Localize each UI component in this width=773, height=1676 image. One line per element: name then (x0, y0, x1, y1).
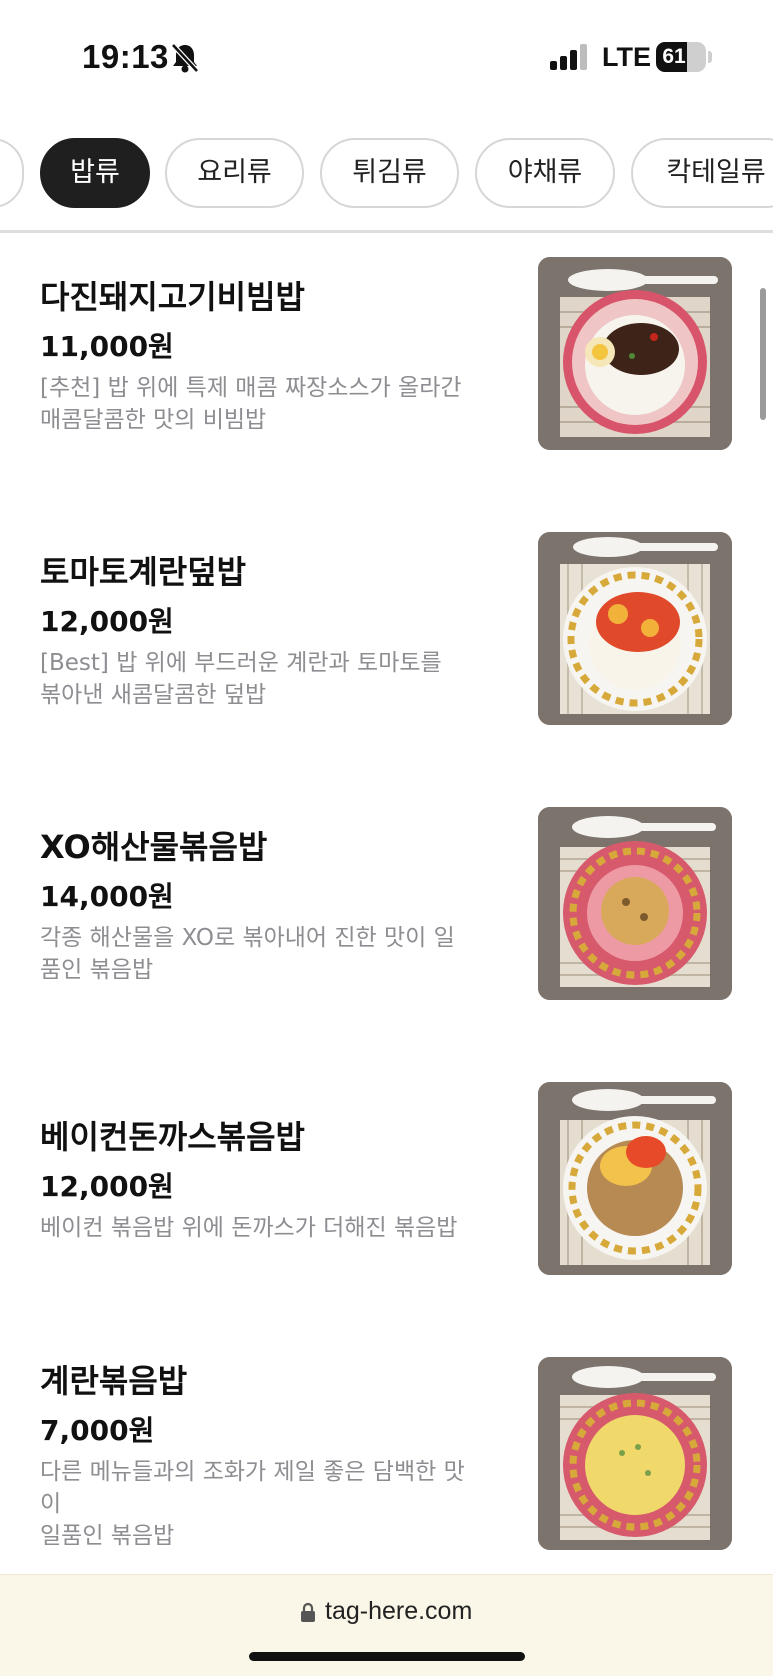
tab-rice[interactable]: 밥류 (40, 138, 150, 208)
menu-item-name: 토마토계란덮밥 (40, 553, 247, 591)
dish-photo-icon (538, 532, 732, 725)
category-tabs: 밥류 요리류 튀김류 야채류 칵테일류 (0, 138, 773, 210)
bell-slash-icon (171, 43, 199, 73)
menu-item-description: [Best] 밥 위에 부드러운 계란과 토마토를 볶아낸 새콤달콤한 덮밥 (40, 650, 442, 708)
scroll-indicator[interactable] (760, 288, 766, 420)
tab-vegetables[interactable]: 야채류 (475, 138, 615, 208)
tab-cocktails[interactable]: 칵테일류 (631, 138, 773, 208)
battery-icon: 61 (656, 42, 706, 72)
menu-item-name: 다진돼지고기비빔밥 (40, 278, 305, 316)
menu-item-description: 베이컨 볶음밥 위에 돈까스가 더해진 볶음밥 (40, 1215, 458, 1241)
battery-tip (708, 51, 712, 63)
dish-photo-icon (538, 1357, 732, 1550)
menu-item-price: 14,000원 (40, 880, 174, 913)
tab-fried[interactable]: 튀김류 (320, 138, 459, 208)
status-bar: 19:13 LTE 61 (0, 0, 773, 116)
dish-photo-icon (538, 257, 732, 450)
network-label: LTE (602, 42, 651, 72)
dish-photo-icon (538, 1082, 732, 1275)
battery-level: 61 (662, 45, 686, 68)
menu-item[interactable]: 베이컨돈까스볶음밥 12,000원 베이컨 볶음밥 위에 돈까스가 더해진 볶음… (0, 1058, 773, 1333)
dish-photo-icon (538, 807, 732, 1000)
url-text[interactable]: tag-here.com (325, 1597, 472, 1626)
menu-item-description: [추천] 밥 위에 특제 매콤 짜장소스가 올라간 매콤달콤한 맛의 비빔밥 (40, 375, 462, 433)
tab-dishes[interactable]: 요리류 (165, 138, 304, 208)
menu-item-price: 7,000원 (40, 1414, 155, 1447)
menu-item-price: 12,000원 (40, 1170, 174, 1203)
cellular-signal-icon (550, 44, 588, 70)
menu-item-name: XO해산물볶음밥 (40, 828, 268, 866)
screen: 19:13 LTE 61 밥류 요리류 튀김류 야채류 칵테일류 다진돼지고기비… (0, 0, 773, 1676)
menu-item-price: 12,000원 (40, 605, 174, 638)
menu-item-description: 각종 해산물을 XO로 볶아내어 진한 맛이 일 품인 볶음밥 (40, 925, 455, 983)
home-indicator[interactable] (249, 1652, 525, 1661)
lock-icon (301, 1602, 315, 1622)
menu-item[interactable]: 토마토계란덮밥 12,000원 [Best] 밥 위에 부드러운 계란과 토마토… (0, 508, 773, 783)
menu-item[interactable]: XO해산물볶음밥 14,000원 각종 해산물을 XO로 볶아내어 진한 맛이 … (0, 783, 773, 1058)
menu-item[interactable]: 다진돼지고기비빔밥 11,000원 [추천] 밥 위에 특제 매콤 짜장소스가 … (0, 233, 773, 508)
menu-item-name: 베이컨돈까스볶음밥 (40, 1118, 305, 1156)
tab-previous-partial[interactable] (0, 138, 24, 208)
menu-item-description: 다른 메뉴들과의 조화가 제일 좋은 담백한 맛 이 일품인 볶음밥 (40, 1459, 465, 1549)
menu-item-price: 11,000원 (40, 330, 174, 363)
menu-item-name: 계란볶음밥 (40, 1362, 188, 1400)
status-time: 19:13 (82, 38, 169, 75)
